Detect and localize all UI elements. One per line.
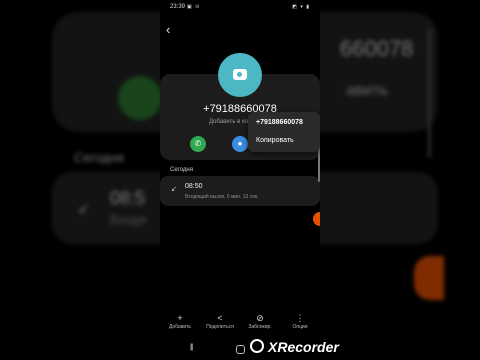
call-button[interactable]: ✆ [190, 136, 206, 152]
bg-scrollbar [428, 28, 431, 158]
phone-screen: 23:39 ▣ ⊙ ◩ ▾ ▮ ‹ +79188660078 Добавить … [160, 0, 320, 360]
contact-placeholder-icon [233, 69, 247, 80]
signal-battery-icons: ◩ ▾ ▮ [292, 4, 310, 10]
avatar [218, 53, 262, 97]
plus-icon: + [177, 313, 183, 323]
bg-incoming-call-icon: ↙ [78, 200, 90, 216]
incoming-call-icon: ↙ [171, 186, 177, 193]
bg-call-time: 08:5 [110, 188, 146, 208]
phone-icon: ✆ [194, 139, 202, 148]
popup-number: +79188660078 [256, 119, 303, 126]
share-icon: < [217, 313, 223, 323]
copy-menu-item[interactable]: Копировать [256, 137, 294, 144]
history-section-title: Сегодня [170, 167, 193, 173]
back-arrow-icon[interactable]: ‹ [166, 23, 170, 36]
bg-today-label: Сегодня [74, 150, 124, 165]
message-button[interactable]: ● [232, 136, 248, 152]
bg-call-button [118, 76, 162, 120]
add-label: Добавить [168, 324, 192, 330]
call-history-item[interactable]: ↙ 08:50 Входящий вызов, 0 мин. 13 сек. [160, 176, 320, 206]
call-time: 08:50 [185, 183, 203, 190]
block-icon: ⊘ [256, 313, 264, 323]
bg-call-desc: Входя [110, 212, 147, 227]
add-button[interactable]: + Добавить [160, 312, 200, 330]
block-label: Заблокир. [248, 324, 272, 330]
recents-icon[interactable]: ||| [190, 344, 194, 351]
notification-icons: ▣ ⊙ [187, 4, 201, 10]
options-label: Опции [292, 324, 308, 330]
share-button[interactable]: < Поделиться [200, 312, 240, 330]
watermark-text: XRecorder [268, 339, 339, 355]
home-icon[interactable] [236, 345, 245, 354]
floating-bubble[interactable] [313, 212, 320, 226]
more-icon: ⋮ [295, 313, 305, 323]
status-bar: 23:39 ▣ ⊙ ◩ ▾ ▮ [160, 0, 320, 14]
call-description: Входящий вызов, 0 мин. 13 сек. [185, 194, 259, 200]
status-time: 23:39 [170, 4, 186, 10]
recorder-watermark: XRecorder [250, 339, 339, 355]
block-button[interactable]: ⊘ Заблокир. [240, 312, 280, 330]
bottom-toolbar: + Добавить < Поделиться ⊘ Заблокир. ⋮ Оп… [160, 312, 320, 336]
share-label: Поделиться [206, 324, 234, 330]
bg-orange-bubble [414, 256, 444, 300]
recorder-logo-icon [250, 339, 264, 353]
copy-context-menu: +79188660078 Копировать [248, 112, 320, 152]
bg-add-text: авить [346, 82, 388, 99]
options-button[interactable]: ⋮ Опции [280, 312, 320, 330]
bg-number-text: 660078 [340, 36, 414, 61]
message-icon: ● [237, 139, 243, 148]
